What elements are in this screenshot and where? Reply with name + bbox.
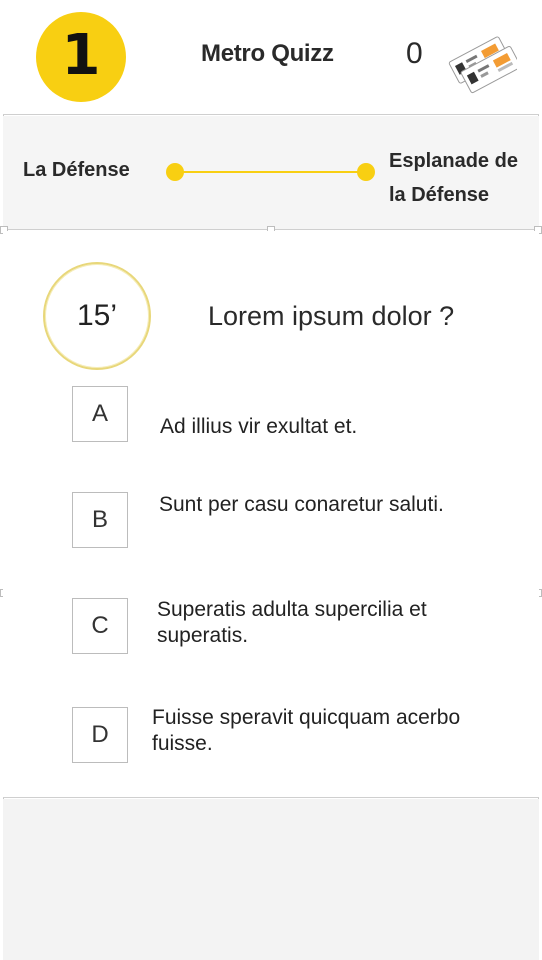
question-text: Lorem ipsum dolor ? [208,301,455,331]
answer-a-button[interactable]: A [72,386,128,442]
score: 0 [406,37,423,70]
station-to: Esplanade de la Défense [389,150,518,206]
answer-c-button[interactable]: C [72,598,128,654]
footer-area [3,799,539,960]
metro-tickets-icon[interactable] [441,24,517,96]
metro-line-badge: 1 [36,12,126,102]
station-from-dot [166,163,184,181]
timer-value: 15’ [76,299,118,332]
station-from: La Défense [23,159,130,181]
answer-b-button[interactable]: B [72,492,128,548]
answer-c-text[interactable]: Superatis adulta supercilia et superatis… [157,597,497,649]
answer-b-text[interactable]: Sunt per casu conaretur saluti. [159,492,519,518]
answer-a-text[interactable]: Ad illius vir exultat et. [160,414,500,440]
timer: 15’ [43,262,151,370]
answer-d-button[interactable]: D [72,707,128,763]
answer-d-text[interactable]: Fuisse speravit quicquam acerbo fuisse. [152,705,522,757]
app-title: Metro Quizz [201,40,334,67]
header: 1 Metro Quizz 0 [3,0,539,115]
route-bar: La Défense Esplanade de la Défense [3,116,539,230]
route-track [175,171,373,173]
station-to-dot [357,163,375,181]
question-panel: 15’ Lorem ipsum dolor ? A Ad illius vir … [3,231,539,798]
line-number: 1 [61,23,101,88]
